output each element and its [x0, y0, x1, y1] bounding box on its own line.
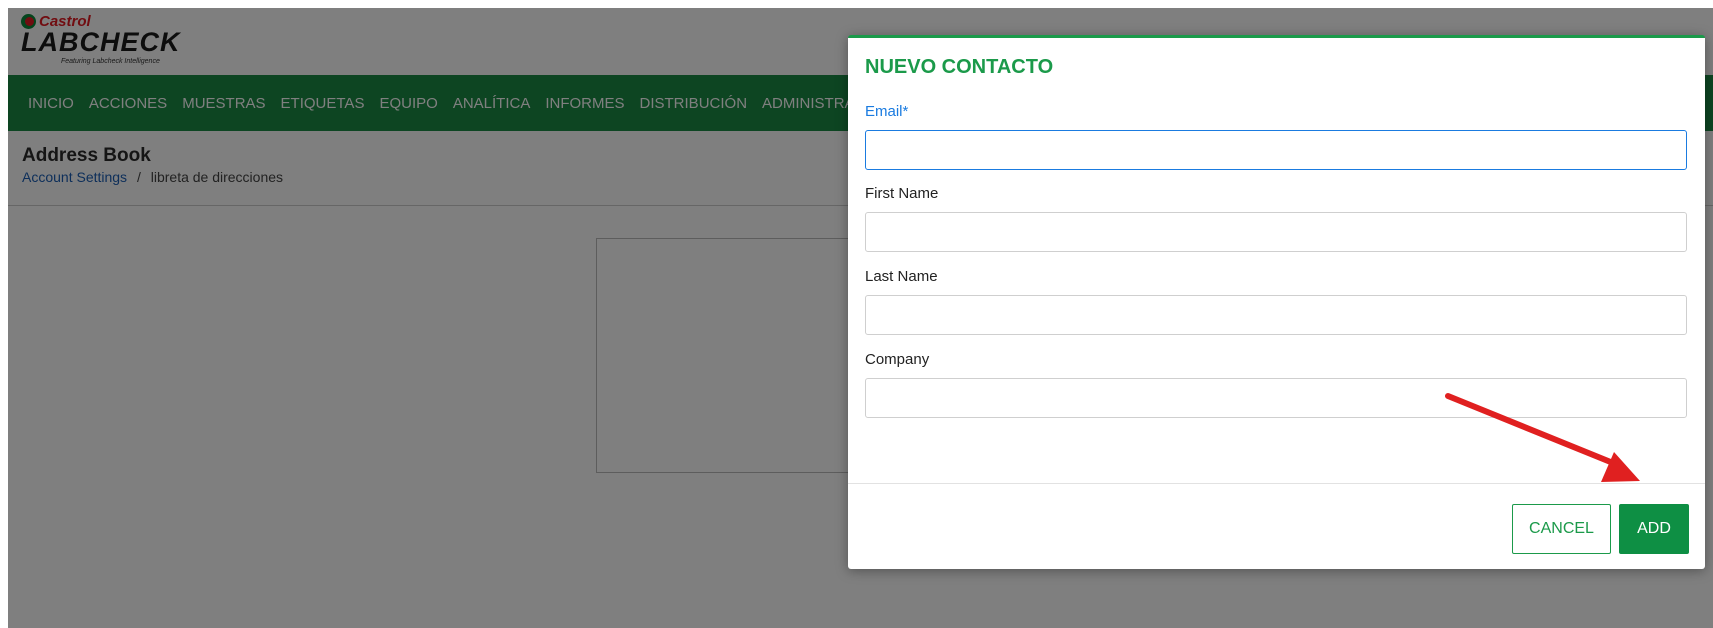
email-label: Email* — [865, 103, 909, 120]
app-root: Castrol LABCHECK Featuring Labcheck Inte… — [0, 0, 1713, 628]
last-name-label: Last Name — [865, 268, 938, 285]
add-button[interactable]: ADD — [1619, 504, 1689, 554]
first-name-label: First Name — [865, 185, 939, 202]
email-field[interactable] — [865, 130, 1687, 170]
last-name-field[interactable] — [865, 295, 1687, 335]
modal-footer-divider — [848, 483, 1705, 484]
first-name-field[interactable] — [865, 212, 1687, 252]
company-field[interactable] — [865, 378, 1687, 418]
modal-title: NUEVO CONTACTO — [865, 56, 1054, 78]
cancel-button[interactable]: CANCEL — [1512, 504, 1611, 554]
new-contact-modal: NUEVO CONTACTO Email* First Name Last Na… — [848, 35, 1705, 569]
company-label: Company — [865, 351, 930, 368]
